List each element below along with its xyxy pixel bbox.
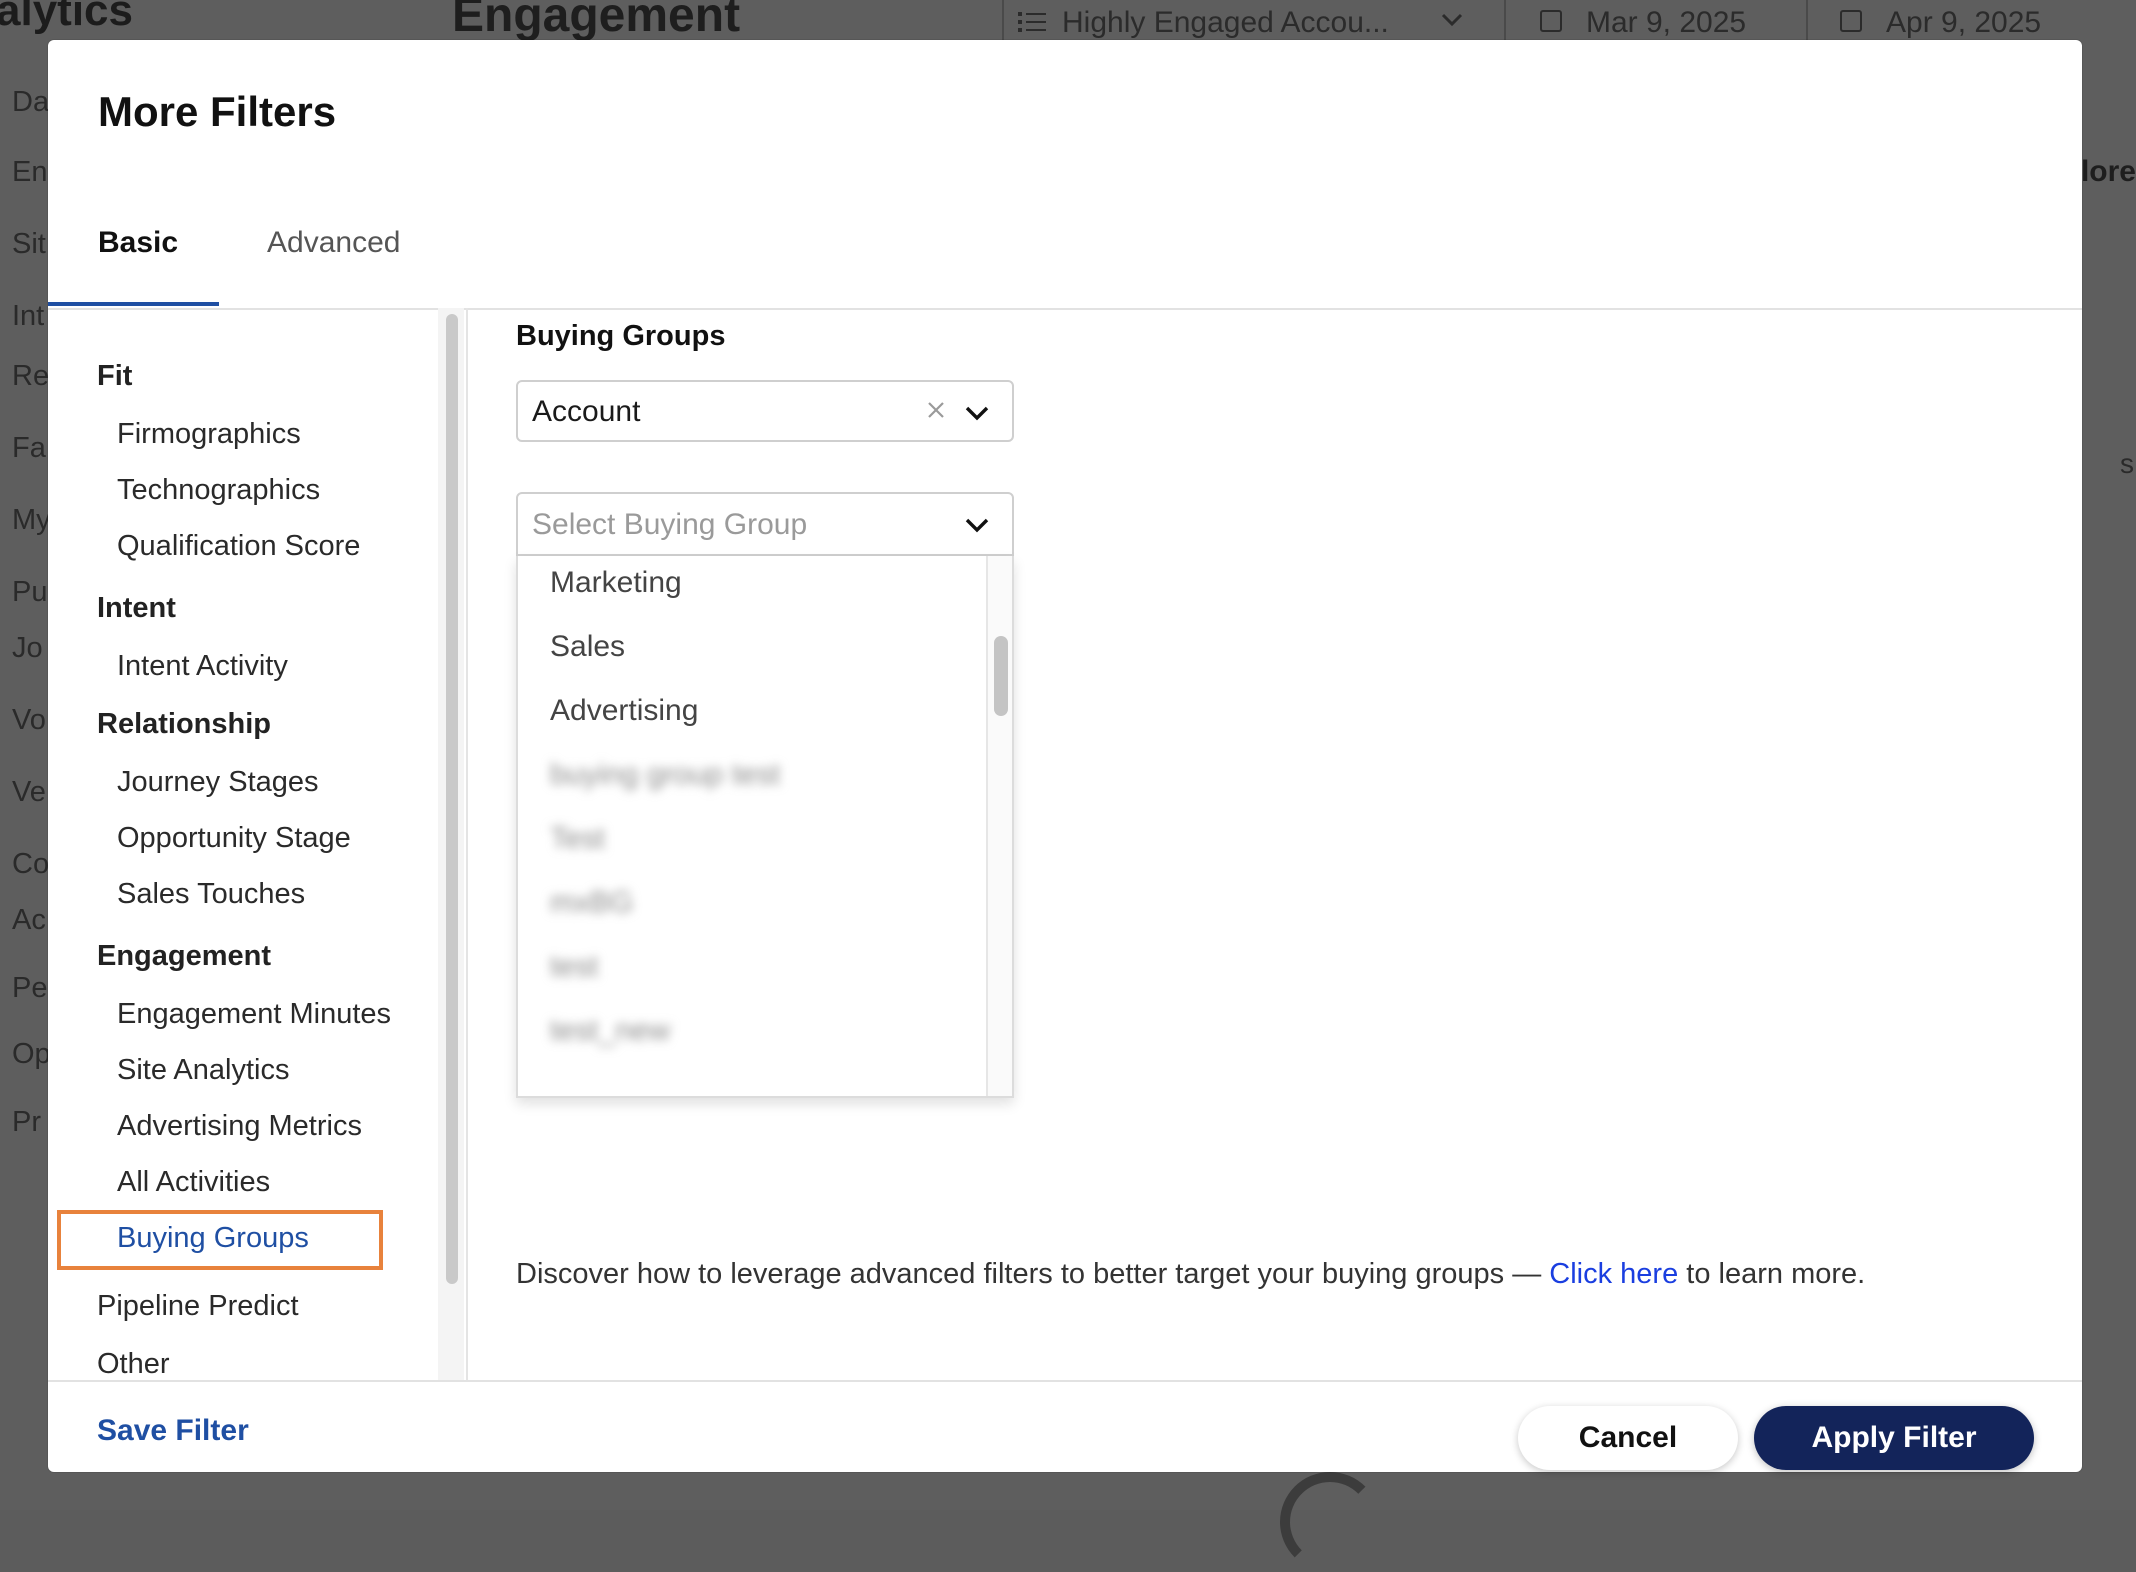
nav-item-sales-touches[interactable]: Sales Touches xyxy=(117,878,305,911)
help-hint: Discover how to leverage advanced filter… xyxy=(516,1258,1865,1291)
background-sidebar-item: Vo xyxy=(12,704,46,736)
calendar-icon xyxy=(1840,10,1862,32)
background-sidebar-item: Ac xyxy=(12,904,46,936)
dropdown-option[interactable]: Advertising xyxy=(550,694,698,728)
nav-item-all-activities[interactable]: All Activities xyxy=(117,1166,270,1199)
learn-more-link[interactable]: Click here xyxy=(1549,1258,1678,1290)
calendar-icon xyxy=(1540,10,1562,32)
background-sidebar-item: Ve xyxy=(12,776,46,808)
background-sidebar-item: My xyxy=(12,504,51,536)
background-page-title: Engagement xyxy=(452,0,741,42)
chevron-down-icon[interactable] xyxy=(964,516,990,534)
buying-group-dropdown: Marketing Sales Advertising buying group… xyxy=(516,556,1014,1098)
background-sidebar-item: Pu xyxy=(12,576,48,608)
nav-item-buying-groups[interactable]: Buying Groups xyxy=(117,1222,309,1255)
background-date-start: Mar 9, 2025 xyxy=(1540,0,1790,44)
nav-item-intent-activity[interactable]: Intent Activity xyxy=(117,650,288,683)
modal-footer: Save Filter Cancel Apply Filter xyxy=(48,1380,2082,1474)
nav-item-other[interactable]: Other xyxy=(97,1348,170,1380)
nav-group-intent: Intent xyxy=(97,592,176,624)
background-sidebar-item: Sit xyxy=(12,228,46,260)
dropdown-option[interactable]: test xyxy=(550,950,598,984)
tab-basic[interactable]: Basic xyxy=(98,226,178,260)
nav-group-relationship: Relationship xyxy=(97,708,272,740)
background-segment-filter: Highly Engaged Accou... xyxy=(1002,0,1506,44)
background-date-end: Apr 9, 2025 xyxy=(1840,0,2100,44)
modal-title: More Filters xyxy=(98,88,337,135)
filter-category-nav: Fit Firmographics Technographics Qualifi… xyxy=(48,308,438,1380)
background-sidebar-item: Pr xyxy=(12,1106,41,1138)
background-sidebar-item: En xyxy=(12,156,48,188)
background-sidebar-item: Jo xyxy=(12,632,43,664)
clear-icon[interactable] xyxy=(924,398,948,422)
dropdown-option[interactable]: Marketing xyxy=(550,566,682,600)
background-sidebar: Da En Sit Int Re Fa My Pu Jo Vo Ve Co Ac… xyxy=(0,44,51,1510)
background-sidebar-item: Da xyxy=(12,86,50,118)
more-filters-modal: More Filters Basic Advanced Fit Firmogra… xyxy=(48,40,2082,1472)
cancel-button[interactable]: Cancel xyxy=(1518,1406,1738,1470)
buying-group-select[interactable]: Select Buying Group xyxy=(516,492,1014,556)
nav-item-pipeline-predict[interactable]: Pipeline Predict xyxy=(97,1290,299,1323)
nav-item-technographics[interactable]: Technographics xyxy=(117,474,320,507)
nav-item-advertising-metrics[interactable]: Advertising Metrics xyxy=(117,1110,362,1143)
background-brand: alytics xyxy=(0,0,133,35)
background-sidebar-item: Re xyxy=(12,360,50,392)
background-more-button: lore xyxy=(2080,155,2136,188)
tab-advanced[interactable]: Advanced xyxy=(267,226,400,260)
background-sidebar-item: Op xyxy=(12,1038,51,1070)
background-sidebar-item: Fa xyxy=(12,432,46,464)
entity-type-value: Account xyxy=(532,395,641,428)
dropdown-option[interactable]: buying group test xyxy=(550,758,780,792)
dropdown-option[interactable]: Test xyxy=(550,822,605,856)
chevron-down-icon[interactable] xyxy=(964,404,990,422)
dropdown-option[interactable]: mxBG xyxy=(550,886,633,920)
nav-item-opportunity-stage[interactable]: Opportunity Stage xyxy=(117,822,351,855)
nav-group-engagement: Engagement xyxy=(97,940,272,972)
background-sidebar-item: Co xyxy=(12,848,50,880)
dropdown-option[interactable]: test_new xyxy=(550,1014,670,1048)
chevron-down-icon xyxy=(1441,13,1463,27)
background-date-end-label: Apr 9, 2025 xyxy=(1886,6,2042,39)
background-sidebar-item: Int xyxy=(12,300,45,332)
background-chart-arc xyxy=(1280,1472,1380,1572)
nav-item-journey-stages[interactable]: Journey Stages xyxy=(117,766,319,799)
background-sidebar-item: Pe xyxy=(12,972,48,1004)
nav-group-fit: Fit xyxy=(97,360,133,392)
background-divider xyxy=(1806,0,1808,44)
background-fragment: s xyxy=(2120,448,2134,479)
entity-type-select[interactable]: Account xyxy=(516,380,1014,442)
filter-tabs: Basic Advanced xyxy=(48,190,2082,310)
nav-item-qualification-score[interactable]: Qualification Score xyxy=(117,530,360,563)
section-title: Buying Groups xyxy=(516,320,726,352)
hint-suffix: to learn more. xyxy=(1686,1258,1866,1290)
list-icon xyxy=(1018,12,1046,32)
apply-filter-button[interactable]: Apply Filter xyxy=(1754,1406,2034,1470)
dropdown-scrollbar-thumb[interactable] xyxy=(994,636,1008,716)
hint-text: Discover how to leverage advanced filter… xyxy=(516,1258,1542,1290)
nav-item-firmographics[interactable]: Firmographics xyxy=(117,418,301,451)
nav-item-site-analytics[interactable]: Site Analytics xyxy=(117,1054,289,1087)
dropdown-option[interactable]: Sales xyxy=(550,630,625,664)
save-filter-button[interactable]: Save Filter xyxy=(97,1414,249,1448)
buying-group-placeholder: Select Buying Group xyxy=(532,508,808,541)
background-segment-label: Highly Engaged Accou... xyxy=(1062,6,1389,39)
nav-item-engagement-minutes[interactable]: Engagement Minutes xyxy=(117,998,391,1031)
background-date-start-label: Mar 9, 2025 xyxy=(1586,6,1747,39)
nav-scrollbar-thumb[interactable] xyxy=(446,314,458,1284)
nav-divider xyxy=(466,308,468,1380)
background-header: alytics Engagement Highly Engaged Accou.… xyxy=(0,0,2136,44)
active-tab-indicator xyxy=(48,302,219,306)
